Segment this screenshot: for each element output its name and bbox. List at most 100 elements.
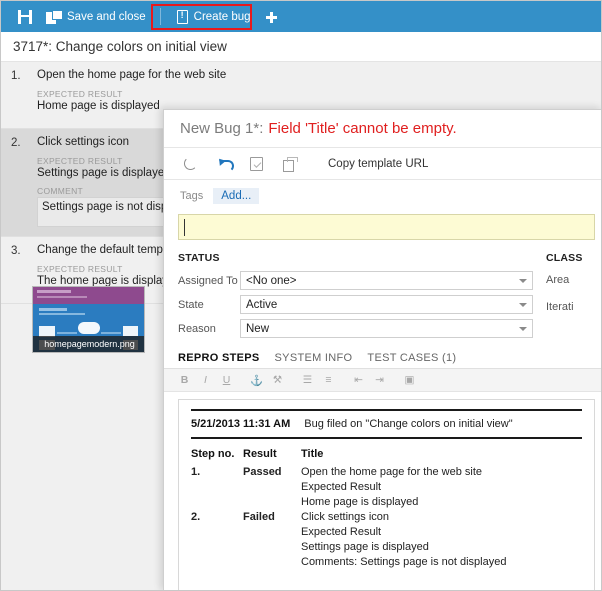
row-result: Failed <box>243 511 275 523</box>
assigned-to-row: Assigned To <No one> <box>178 271 533 290</box>
add-tag-button[interactable]: Add... <box>213 187 260 204</box>
bug-document-icon <box>176 9 188 24</box>
save-and-close-icon <box>46 9 63 24</box>
row-comment: Comments: Settings page is not displayed <box>301 556 507 568</box>
step-number: 2. <box>11 137 21 149</box>
assigned-to-value: <No one> <box>246 274 297 287</box>
table-row-detail: Settings page is displayed <box>191 541 582 556</box>
numbered-list-icon[interactable]: ≡ <box>320 372 337 389</box>
reason-label: Reason <box>178 322 216 335</box>
plus-icon <box>265 11 277 23</box>
refresh-icon <box>184 157 197 170</box>
filed-text: Bug filed on "Change colors on initial v… <box>304 418 513 430</box>
tab-system-info[interactable]: SYSTEM INFO <box>275 352 353 368</box>
thumbnail-header-band <box>33 287 144 304</box>
table-row-detail: Home page is displayed <box>191 496 582 511</box>
table-row-detail: Expected Result <box>191 481 582 496</box>
row-expected-value: Settings page is displayed <box>301 541 429 553</box>
dialog-error-message: Field 'Title' cannot be empty. <box>268 120 457 137</box>
reason-value: New <box>246 322 270 335</box>
chevron-down-icon <box>519 327 527 331</box>
underline-icon[interactable]: U <box>218 372 235 389</box>
apply-template-icon <box>250 156 263 171</box>
row-expected-label: Expected Result <box>301 526 382 538</box>
state-value: Active <box>246 298 278 311</box>
iteration-label: Iterati <box>546 301 574 313</box>
table-row: 2. Failed Click settings icon <box>191 511 582 526</box>
fields-area: STATUS Assigned To <No one> State Active <box>164 240 601 343</box>
create-bug-group: Create bug <box>170 5 284 29</box>
reason-select[interactable]: New <box>240 319 533 338</box>
chevron-down-icon <box>519 279 527 283</box>
assigned-to-label: Assigned To <box>178 274 238 287</box>
bug-title-input[interactable] <box>178 214 595 240</box>
repro-filed-row: 5/21/2013 11:31 AM Bug filed on "Change … <box>191 411 582 439</box>
classification-heading: CLASS <box>546 252 583 264</box>
floppy-disk-icon <box>18 9 32 24</box>
filed-date: 5/21/2013 11:31 AM <box>191 418 291 430</box>
tab-test-cases[interactable]: TEST CASES (1) <box>367 352 456 368</box>
table-row-detail: Comments: Settings page is not displayed <box>191 556 582 571</box>
undo-button[interactable] <box>207 151 240 177</box>
state-select[interactable]: Active <box>240 295 533 314</box>
row-step-no: 2. <box>191 511 201 523</box>
classification-section: CLASS Area Iterati <box>533 252 601 343</box>
attachment-thumbnail[interactable]: homepagemodern.png <box>32 286 145 353</box>
table-row-detail: Expected Result <box>191 526 582 541</box>
create-bug-button[interactable]: Create bug <box>170 5 258 29</box>
italic-icon[interactable]: I <box>197 372 214 389</box>
chevron-down-icon <box>519 303 527 307</box>
refresh-button[interactable] <box>174 151 207 177</box>
tab-repro-steps[interactable]: REPRO STEPS <box>178 352 260 368</box>
text-caret <box>184 219 185 236</box>
bold-icon[interactable]: B <box>176 372 193 389</box>
tags-label: Tags <box>180 189 204 202</box>
table-row: 1. Passed Open the home page for the web… <box>191 466 582 481</box>
format-toolbar: B I U ⚓ ⚒ ☰ ≡ ⇤ ⇥ ▣ <box>164 369 601 392</box>
copy-icon <box>283 157 298 172</box>
apply-template-button[interactable] <box>240 151 273 177</box>
assigned-to-select[interactable]: <No one> <box>240 271 533 290</box>
app-window: Save and close Create bug 3717*: Change … <box>0 0 602 591</box>
save-and-close-label: Save and close <box>67 10 146 23</box>
toolbar-divider <box>159 8 161 25</box>
tags-row: Tags Add... <box>164 180 601 211</box>
bullet-list-icon[interactable]: ☰ <box>299 372 316 389</box>
save-and-close-button[interactable]: Save and close <box>39 5 153 29</box>
area-label: Area <box>546 274 570 286</box>
row-step-no: 1. <box>191 466 201 478</box>
row-expected-label: Expected Result <box>301 481 382 493</box>
attachment-filename: homepagemodern.png <box>33 336 144 352</box>
state-row: State Active <box>178 295 533 314</box>
copy-button[interactable] <box>273 151 306 177</box>
column-title: Title <box>301 448 324 460</box>
dialog-toolbar: Copy template URL <box>164 148 601 180</box>
status-section: STATUS Assigned To <No one> State Active <box>178 252 533 343</box>
column-result: Result <box>243 448 277 460</box>
step-title: Open the home page for the web site <box>37 69 227 81</box>
undo-icon <box>217 158 234 172</box>
row-expected-value: Home page is displayed <box>301 496 419 508</box>
reason-row: Reason New <box>178 319 533 338</box>
repro-steps-editor[interactable]: 5/21/2013 11:31 AM Bug filed on "Change … <box>178 399 595 590</box>
step-number: 1. <box>11 70 21 82</box>
copy-template-url-button[interactable]: Copy template URL <box>328 158 428 170</box>
cloud-shape <box>78 322 100 334</box>
add-button[interactable] <box>258 5 284 29</box>
row-title: Open the home page for the web site <box>301 466 483 478</box>
indent-icon[interactable]: ⇥ <box>371 372 388 389</box>
dialog-header: New Bug 1*: Field 'Title' cannot be empt… <box>164 110 601 148</box>
work-item-title-bar: 3717*: Change colors on initial view <box>1 32 601 62</box>
insert-image-icon[interactable]: ▣ <box>401 372 418 389</box>
column-step-no: Step no. <box>191 448 235 460</box>
outdent-icon[interactable]: ⇤ <box>350 372 367 389</box>
create-bug-label: Create bug <box>193 10 251 23</box>
expected-result-label: EXPECTED RESULT <box>37 89 123 99</box>
row-title: Click settings icon <box>301 511 390 523</box>
dialog-title: New Bug 1*: <box>180 120 264 137</box>
table-header-row: Step no. Result Title <box>191 448 582 466</box>
remove-link-icon[interactable]: ⚒ <box>269 372 286 389</box>
save-button[interactable] <box>11 5 39 29</box>
insert-link-icon[interactable]: ⚓ <box>248 372 265 389</box>
repro-steps-table: Step no. Result Title 1. Passed Open the… <box>191 448 582 571</box>
